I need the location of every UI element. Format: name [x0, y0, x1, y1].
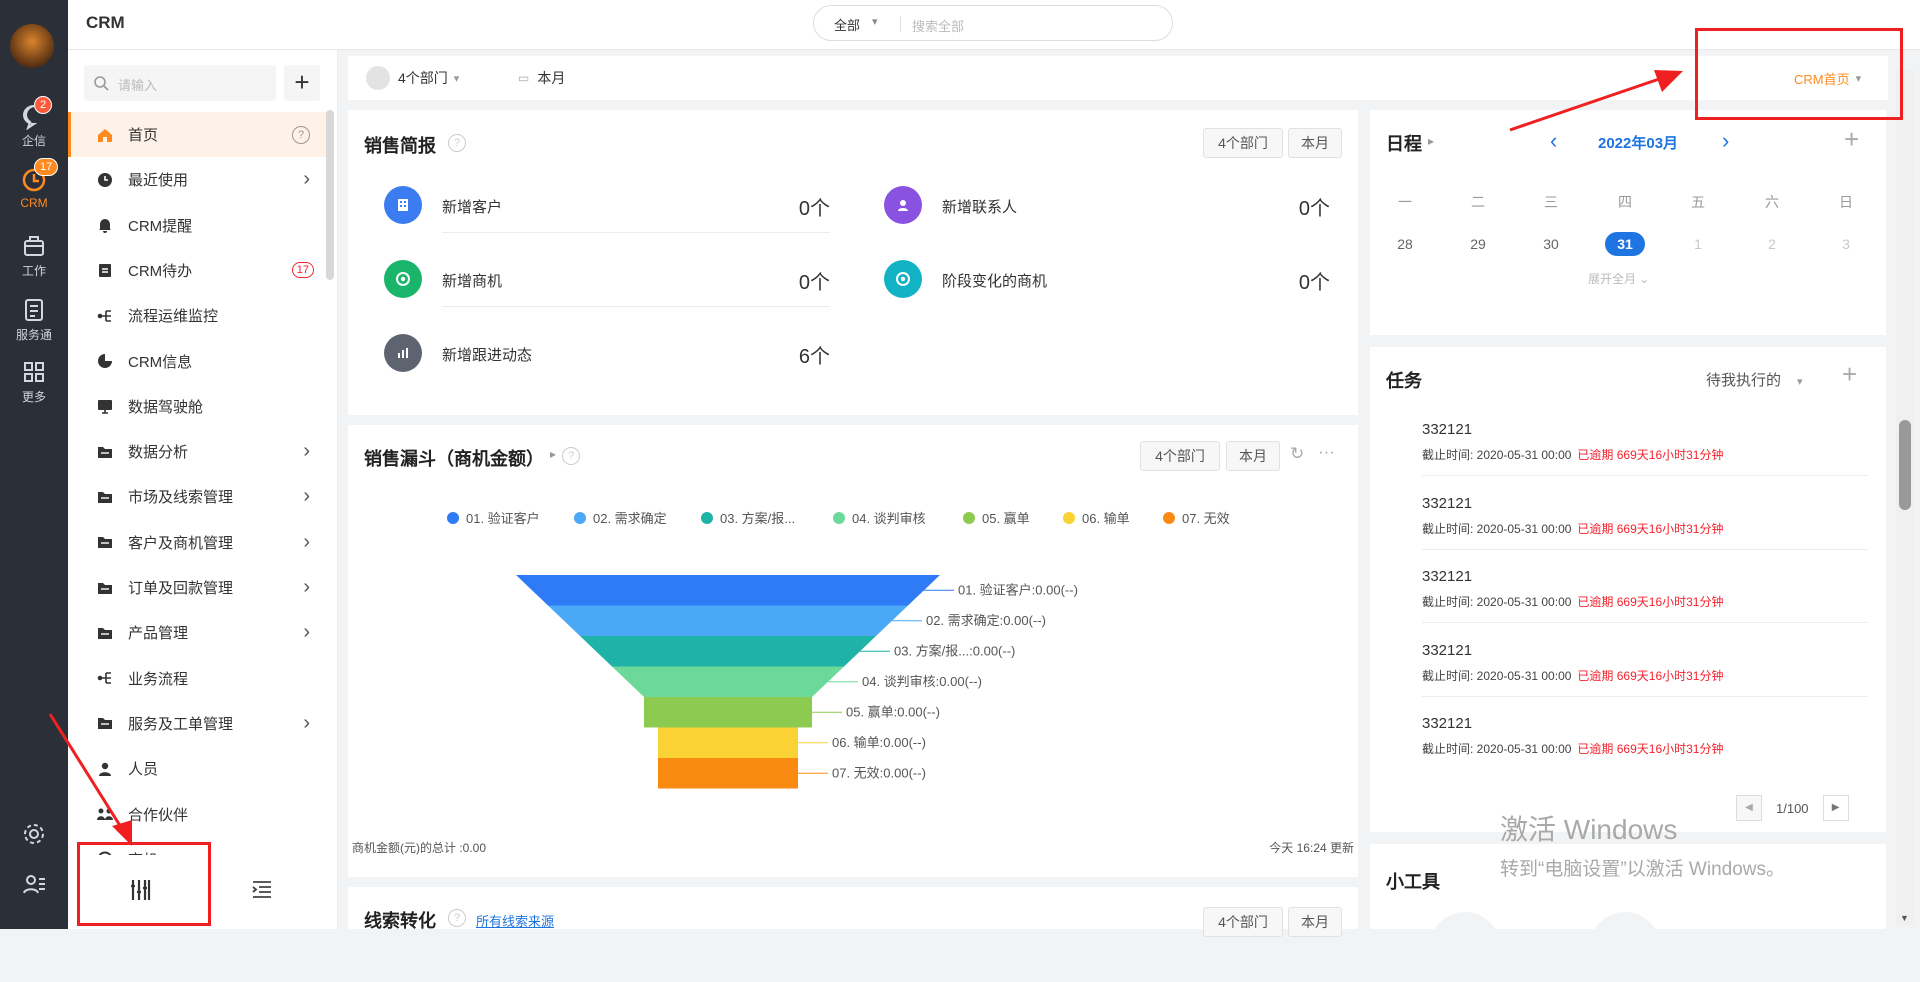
- annotation-arrows: [48, 70, 1683, 846]
